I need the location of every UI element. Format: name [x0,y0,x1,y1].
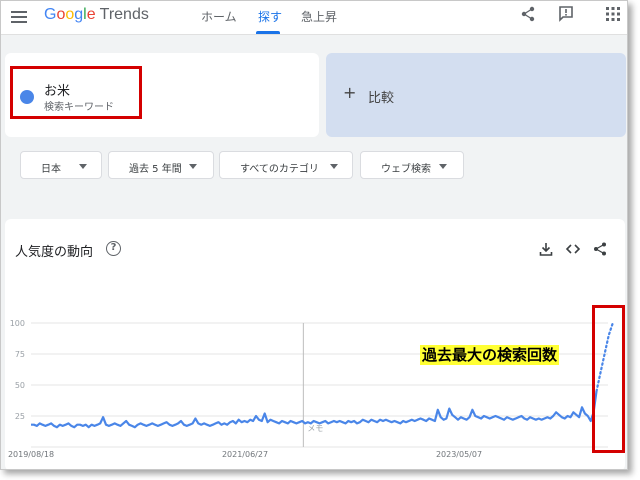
term-highlight-annotation-box [10,66,142,119]
y-tick-label: 25 [15,412,25,421]
x-tick-label: 2021/06/27 [222,450,268,459]
y-tick-label: 100 [10,319,25,328]
x-tick-label: 2019/08/18 [8,450,54,459]
peak-highlight-annotation-box [592,305,625,453]
x-tick-label: 2023/05/07 [436,450,482,459]
y-tick-label: 50 [15,381,25,390]
browser-frame: GoogleTrends ホーム 探す 急上昇 お米 検索キーワード + 比較 [0,0,628,470]
series-line [31,391,598,429]
peak-annotation-label: 過去最大の検索回数 [420,345,560,365]
annotation-note-label: メモ [307,424,323,433]
y-tick-label: 75 [15,350,25,359]
